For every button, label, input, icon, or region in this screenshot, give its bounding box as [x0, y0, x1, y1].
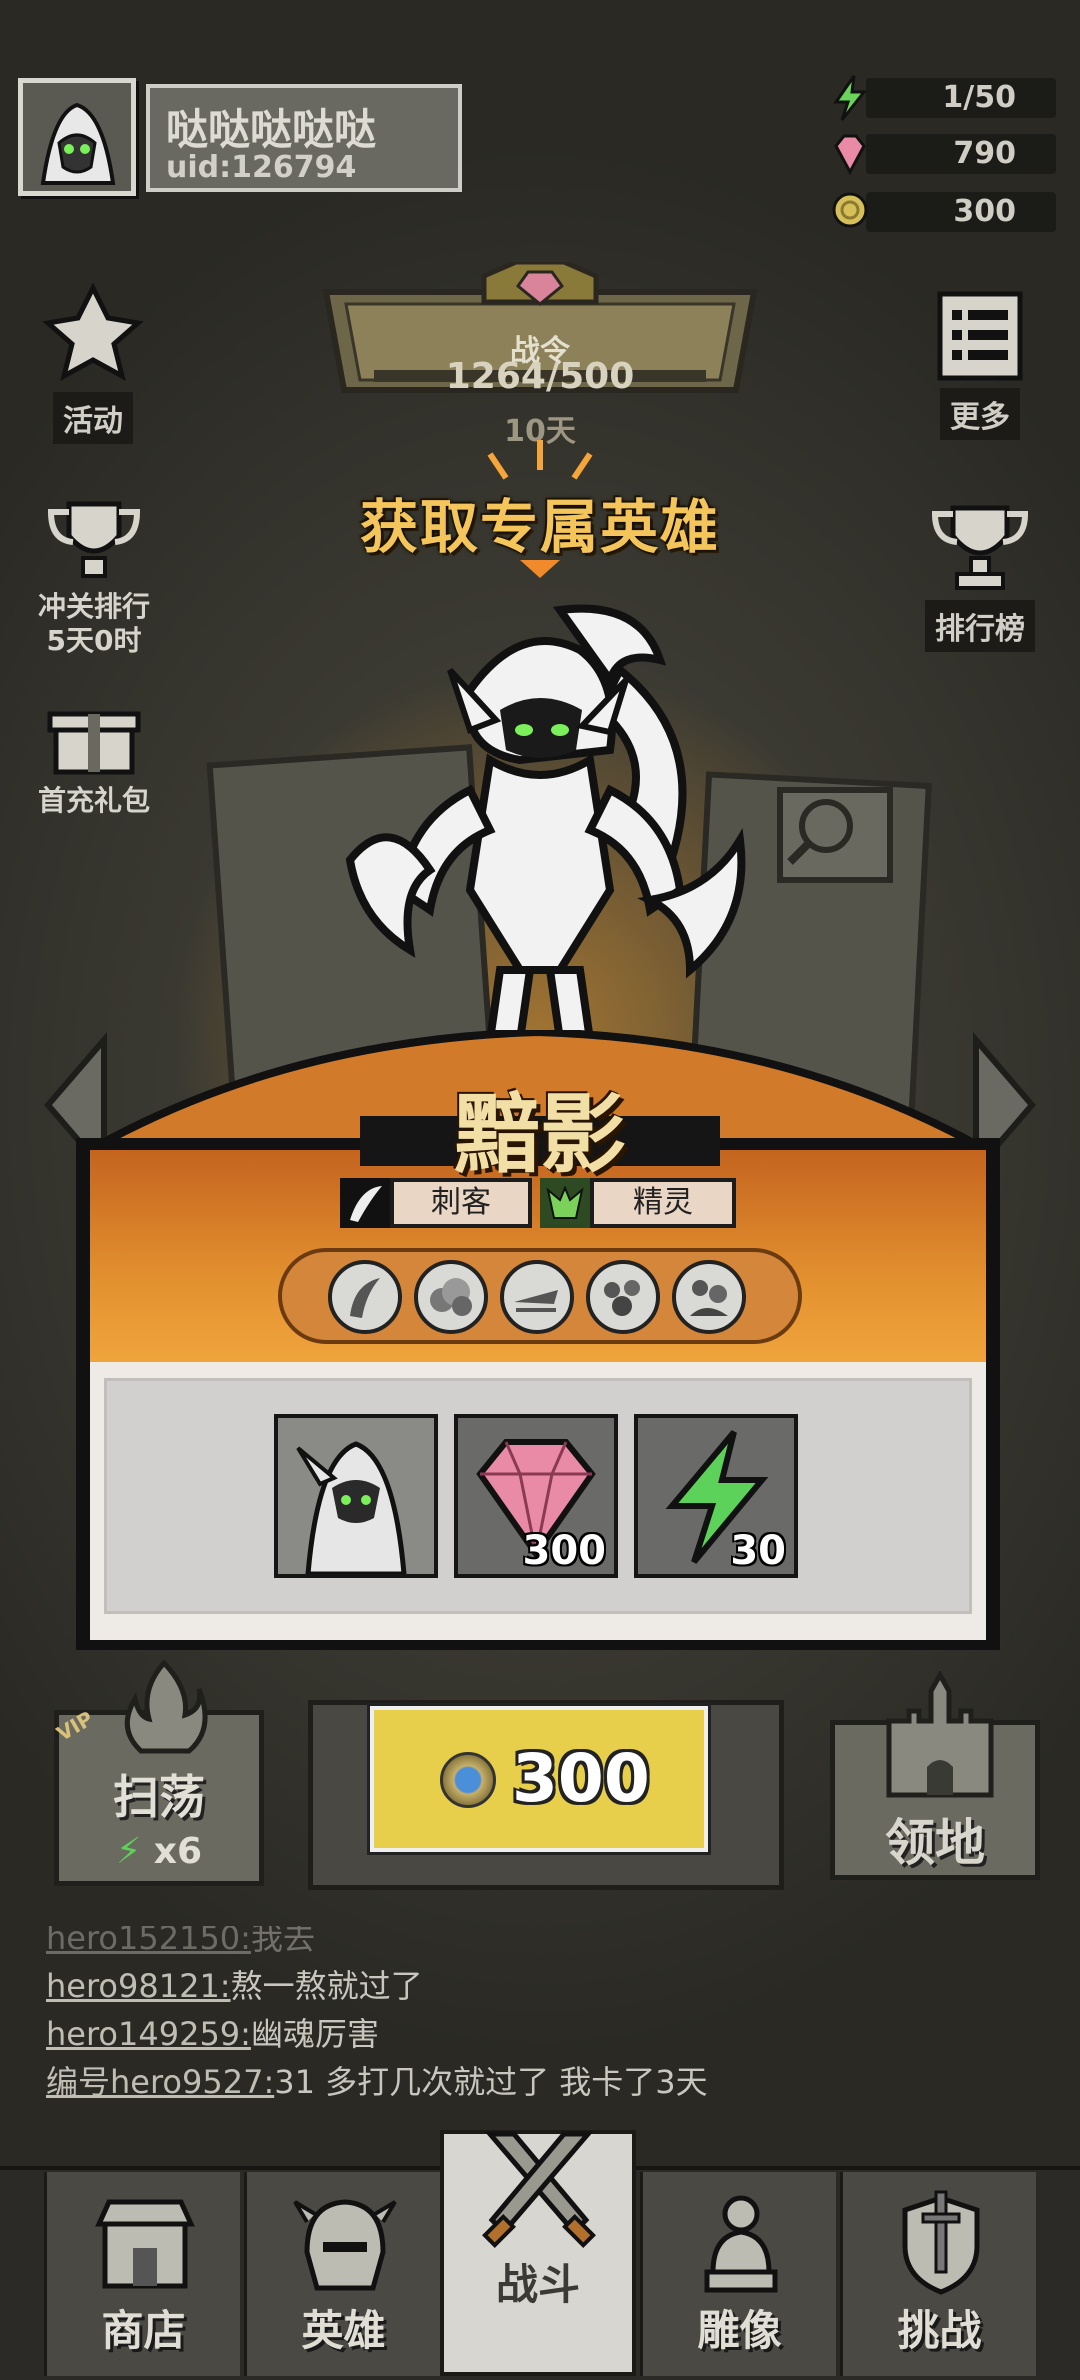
- statue-icon: [704, 2195, 778, 2293]
- dash-skill-icon: [514, 1290, 558, 1312]
- diamond-coin-icon: [440, 1752, 496, 1808]
- chat-text: 熬一熬就过了: [230, 1967, 423, 2005]
- skill-icon[interactable]: [414, 1260, 488, 1334]
- coin-counter[interactable]: 300: [832, 192, 1056, 232]
- blade-skill-icon: [350, 1278, 380, 1318]
- sweep-count: ⚡ x6: [59, 1831, 259, 1872]
- first-pack-button[interactable]: 首充礼包: [26, 700, 162, 818]
- swarm-skill-icon: [604, 1280, 640, 1316]
- tab-statue[interactable]: 雕像: [640, 2172, 836, 2376]
- tab-shop[interactable]: 商店: [44, 2172, 240, 2376]
- tab-shop-label: 商店: [101, 2306, 186, 2355]
- energy-value: 1/50: [942, 80, 1016, 115]
- promo-title: 获取专属英雄: [359, 493, 720, 561]
- battle-pass-progress: 1264/500: [445, 356, 635, 397]
- rank-event-timer: 5天0时: [46, 624, 142, 657]
- territory-label: 领地: [885, 1814, 985, 1872]
- crossed-swords-icon: [482, 2131, 596, 2248]
- castle-icon: [886, 1671, 994, 1798]
- group-skill-icon: [690, 1280, 728, 1316]
- name-box: 哒哒哒哒哒 uid:126794: [146, 84, 462, 192]
- smoke-skill-icon: [430, 1278, 472, 1316]
- chat-text: 我去: [250, 1926, 315, 1957]
- sweep-label: 扫荡: [113, 1770, 205, 1824]
- activity-button[interactable]: 活动: [28, 278, 158, 444]
- sweep-button[interactable]: 扫荡 ⚡ x6: [54, 1659, 264, 1886]
- skill-icon[interactable]: [500, 1260, 574, 1334]
- tab-challenge-label: 挑战: [897, 2306, 982, 2355]
- reward-energy-amount: 30: [730, 1528, 786, 1574]
- chat-message: hero152150:我去: [46, 1926, 1046, 1962]
- chat-feed[interactable]: hero152150:我去 hero98121:熬一熬就过了 hero14925…: [46, 1926, 1046, 2106]
- player-name: 哒哒哒哒哒: [166, 105, 377, 154]
- sweep-count-value: x6: [153, 1831, 203, 1872]
- chat-user[interactable]: 编号hero9527:: [46, 2063, 274, 2101]
- reward-gems[interactable]: 300: [454, 1414, 618, 1578]
- chat-user[interactable]: hero98121:: [46, 1967, 231, 2005]
- dagger-icon: [340, 1178, 390, 1228]
- tab-hero-label: 英雄: [301, 2306, 386, 2355]
- skill-icon[interactable]: [328, 1260, 402, 1334]
- activity-label: 活动: [53, 392, 133, 444]
- battle-pass-banner[interactable]: 战令 1264/500 10天: [316, 262, 764, 449]
- chat-user[interactable]: hero149259:: [46, 2015, 251, 2053]
- profile-card[interactable]: 哒哒哒哒哒 uid:126794: [18, 78, 464, 196]
- coin-value: 300: [953, 194, 1016, 229]
- coin-icon: [832, 192, 868, 228]
- lightning-icon: [833, 75, 868, 121]
- energy-counter[interactable]: 1/50: [833, 75, 1056, 121]
- activity-icon: [42, 282, 144, 381]
- reward-energy[interactable]: 30: [634, 1414, 798, 1578]
- avatar[interactable]: [18, 78, 136, 196]
- menu-list-icon: [937, 291, 1023, 381]
- hero-character-art[interactable]: [320, 590, 780, 1050]
- purchase-button[interactable]: 300: [370, 1706, 708, 1852]
- shield-sword-icon: [902, 2190, 980, 2295]
- more-label: 更多: [940, 388, 1020, 440]
- tab-hero[interactable]: 英雄: [244, 2172, 440, 2376]
- leaderboard-label: 排行榜: [925, 600, 1035, 652]
- lightning-icon: ⚡: [115, 1831, 142, 1872]
- hero-name: 黯影: [454, 1085, 626, 1185]
- gem-value: 790: [953, 136, 1016, 171]
- chat-message: hero98121:熬一熬就过了: [46, 1962, 1046, 2010]
- chat-message: 编号hero9527:31 多打几次就过了 我卡了3天: [46, 2058, 1046, 2106]
- chat-message: hero149259:幽魂厉害: [46, 2010, 1046, 2058]
- gift-icon: [47, 711, 141, 775]
- rank-event-label: 冲关排行: [37, 590, 150, 623]
- more-button[interactable]: 更多: [910, 288, 1050, 440]
- race-label: 精灵: [590, 1178, 736, 1228]
- player-uid: uid:126794: [166, 150, 357, 185]
- gem-icon: [834, 134, 866, 176]
- helmet-icon: [293, 2199, 397, 2291]
- elf-icon: [540, 1178, 590, 1228]
- chat-text: 幽魂厉害: [250, 2015, 379, 2053]
- avatar-icon: [23, 83, 131, 191]
- chat-text: 31 多打几次就过了 我卡了3天: [274, 2063, 708, 2101]
- tab-statue-label: 雕像: [697, 2306, 782, 2355]
- tab-battle-label: 战斗: [495, 2260, 580, 2309]
- skill-icon[interactable]: [672, 1260, 746, 1334]
- gem-counter[interactable]: 790: [834, 134, 1056, 176]
- tab-challenge[interactable]: 挑战: [840, 2172, 1036, 2376]
- purchase-cost: 300: [512, 1740, 650, 1817]
- territory-button[interactable]: 领地: [830, 1671, 1040, 1880]
- skill-bar: [278, 1248, 802, 1344]
- first-pack-label: 首充礼包: [37, 784, 150, 817]
- reward-hero-portrait[interactable]: [274, 1414, 438, 1578]
- fire-icon: [124, 1659, 208, 1754]
- tab-battle[interactable]: 战斗: [440, 2130, 636, 2376]
- skill-icon[interactable]: [586, 1260, 660, 1334]
- shop-icon: [95, 2199, 195, 2289]
- reward-gems-amount: 300: [522, 1528, 607, 1574]
- hero-portrait-icon: [278, 1418, 434, 1577]
- class-label: 刺客: [390, 1178, 532, 1228]
- chat-user[interactable]: hero152150:: [46, 1926, 251, 1957]
